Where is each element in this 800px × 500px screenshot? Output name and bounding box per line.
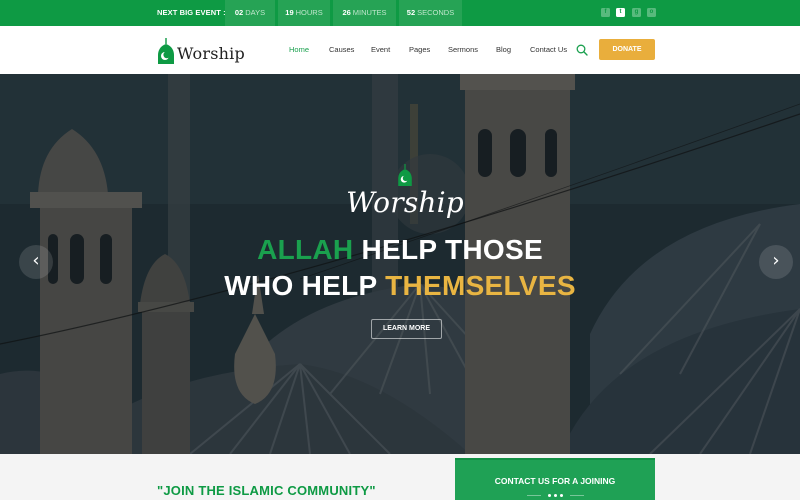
countdown-days: 02 DAYS	[225, 0, 275, 26]
headline-highlight-gold: THEMSELVES	[385, 270, 576, 301]
top-bar: NEXT BIG EVENT : 02 DAYS 19 HOURS 26 MINUTE…	[0, 0, 800, 26]
twitter-icon[interactable]: t	[616, 8, 625, 17]
hero-logo: Worship	[330, 164, 480, 220]
logo-text: Worship	[177, 44, 245, 63]
google-plus-icon[interactable]: g	[632, 8, 641, 17]
next-event-label: NEXT BIG EVENT :	[157, 8, 226, 17]
hero-headline-line1: ALLAH HELP THOSE	[0, 234, 800, 266]
site-header: Worship Home Causes Event Pages Sermons …	[0, 26, 800, 74]
countdown-unit: MINUTES	[352, 8, 387, 17]
contact-joining-title: CONTACT US FOR A JOINING	[494, 476, 616, 486]
countdown-seconds: 52 SECONDS	[399, 0, 462, 26]
chevron-right-icon: ›	[772, 250, 780, 271]
join-community-heading: "JOIN THE ISLAMIC COMMUNITY"	[157, 483, 376, 498]
countdown-value: 26	[342, 8, 351, 17]
hero-slider: Worship ALLAH HELP THOSE WHO HELP THEMSE…	[0, 74, 800, 454]
countdown-value: 52	[406, 8, 416, 17]
countdown-value: 19	[285, 8, 294, 17]
hero-headline-line2: WHO HELP THEMSELVES	[0, 270, 800, 302]
nav-contact-us[interactable]: Contact Us	[530, 26, 567, 74]
headline-highlight-green: ALLAH	[257, 234, 354, 265]
countdown-value: 02	[234, 8, 244, 17]
site-logo[interactable]: Worship	[157, 36, 245, 64]
nav-pages[interactable]: Pages	[409, 26, 430, 74]
countdown-hours: 19 HOURS	[278, 0, 330, 26]
divider-dot	[553, 494, 557, 497]
headline-text: WHO HELP	[224, 270, 386, 301]
divider-line	[569, 495, 584, 496]
learn-more-button[interactable]: LEARN MORE	[371, 319, 442, 339]
search-icon[interactable]	[576, 44, 588, 56]
nav-blog[interactable]: Blog	[496, 26, 511, 74]
countdown-unit: SECONDS	[417, 8, 455, 17]
divider-dots	[455, 494, 655, 497]
divider-line	[526, 495, 541, 496]
divider-dot	[559, 494, 563, 497]
mosque-dome-icon	[398, 164, 412, 186]
nav-causes[interactable]: Causes	[329, 26, 354, 74]
slider-next-button[interactable]: ›	[759, 245, 793, 279]
community-section: "JOIN THE ISLAMIC COMMUNITY" CONTACT US …	[0, 454, 800, 500]
mosque-dome-icon	[158, 38, 174, 64]
headline-text: HELP THOSE	[353, 234, 543, 265]
countdown-unit: DAYS	[245, 8, 266, 17]
nav-home[interactable]: Home	[289, 26, 309, 74]
nav-sermons[interactable]: Sermons	[448, 26, 478, 74]
slider-prev-button[interactable]: ‹	[19, 245, 53, 279]
countdown-minutes: 26 MINUTES	[333, 0, 396, 26]
facebook-icon[interactable]: f	[601, 8, 610, 17]
donate-button[interactable]: DONATE	[599, 39, 655, 60]
divider-dot	[547, 494, 551, 497]
countdown-unit: HOURS	[295, 8, 323, 17]
nav-event[interactable]: Event	[371, 26, 390, 74]
hero-logo-text: Worship	[346, 186, 464, 219]
instagram-icon[interactable]: o	[647, 8, 656, 17]
contact-joining-box: CONTACT US FOR A JOINING	[455, 458, 655, 500]
chevron-left-icon: ‹	[32, 250, 40, 271]
